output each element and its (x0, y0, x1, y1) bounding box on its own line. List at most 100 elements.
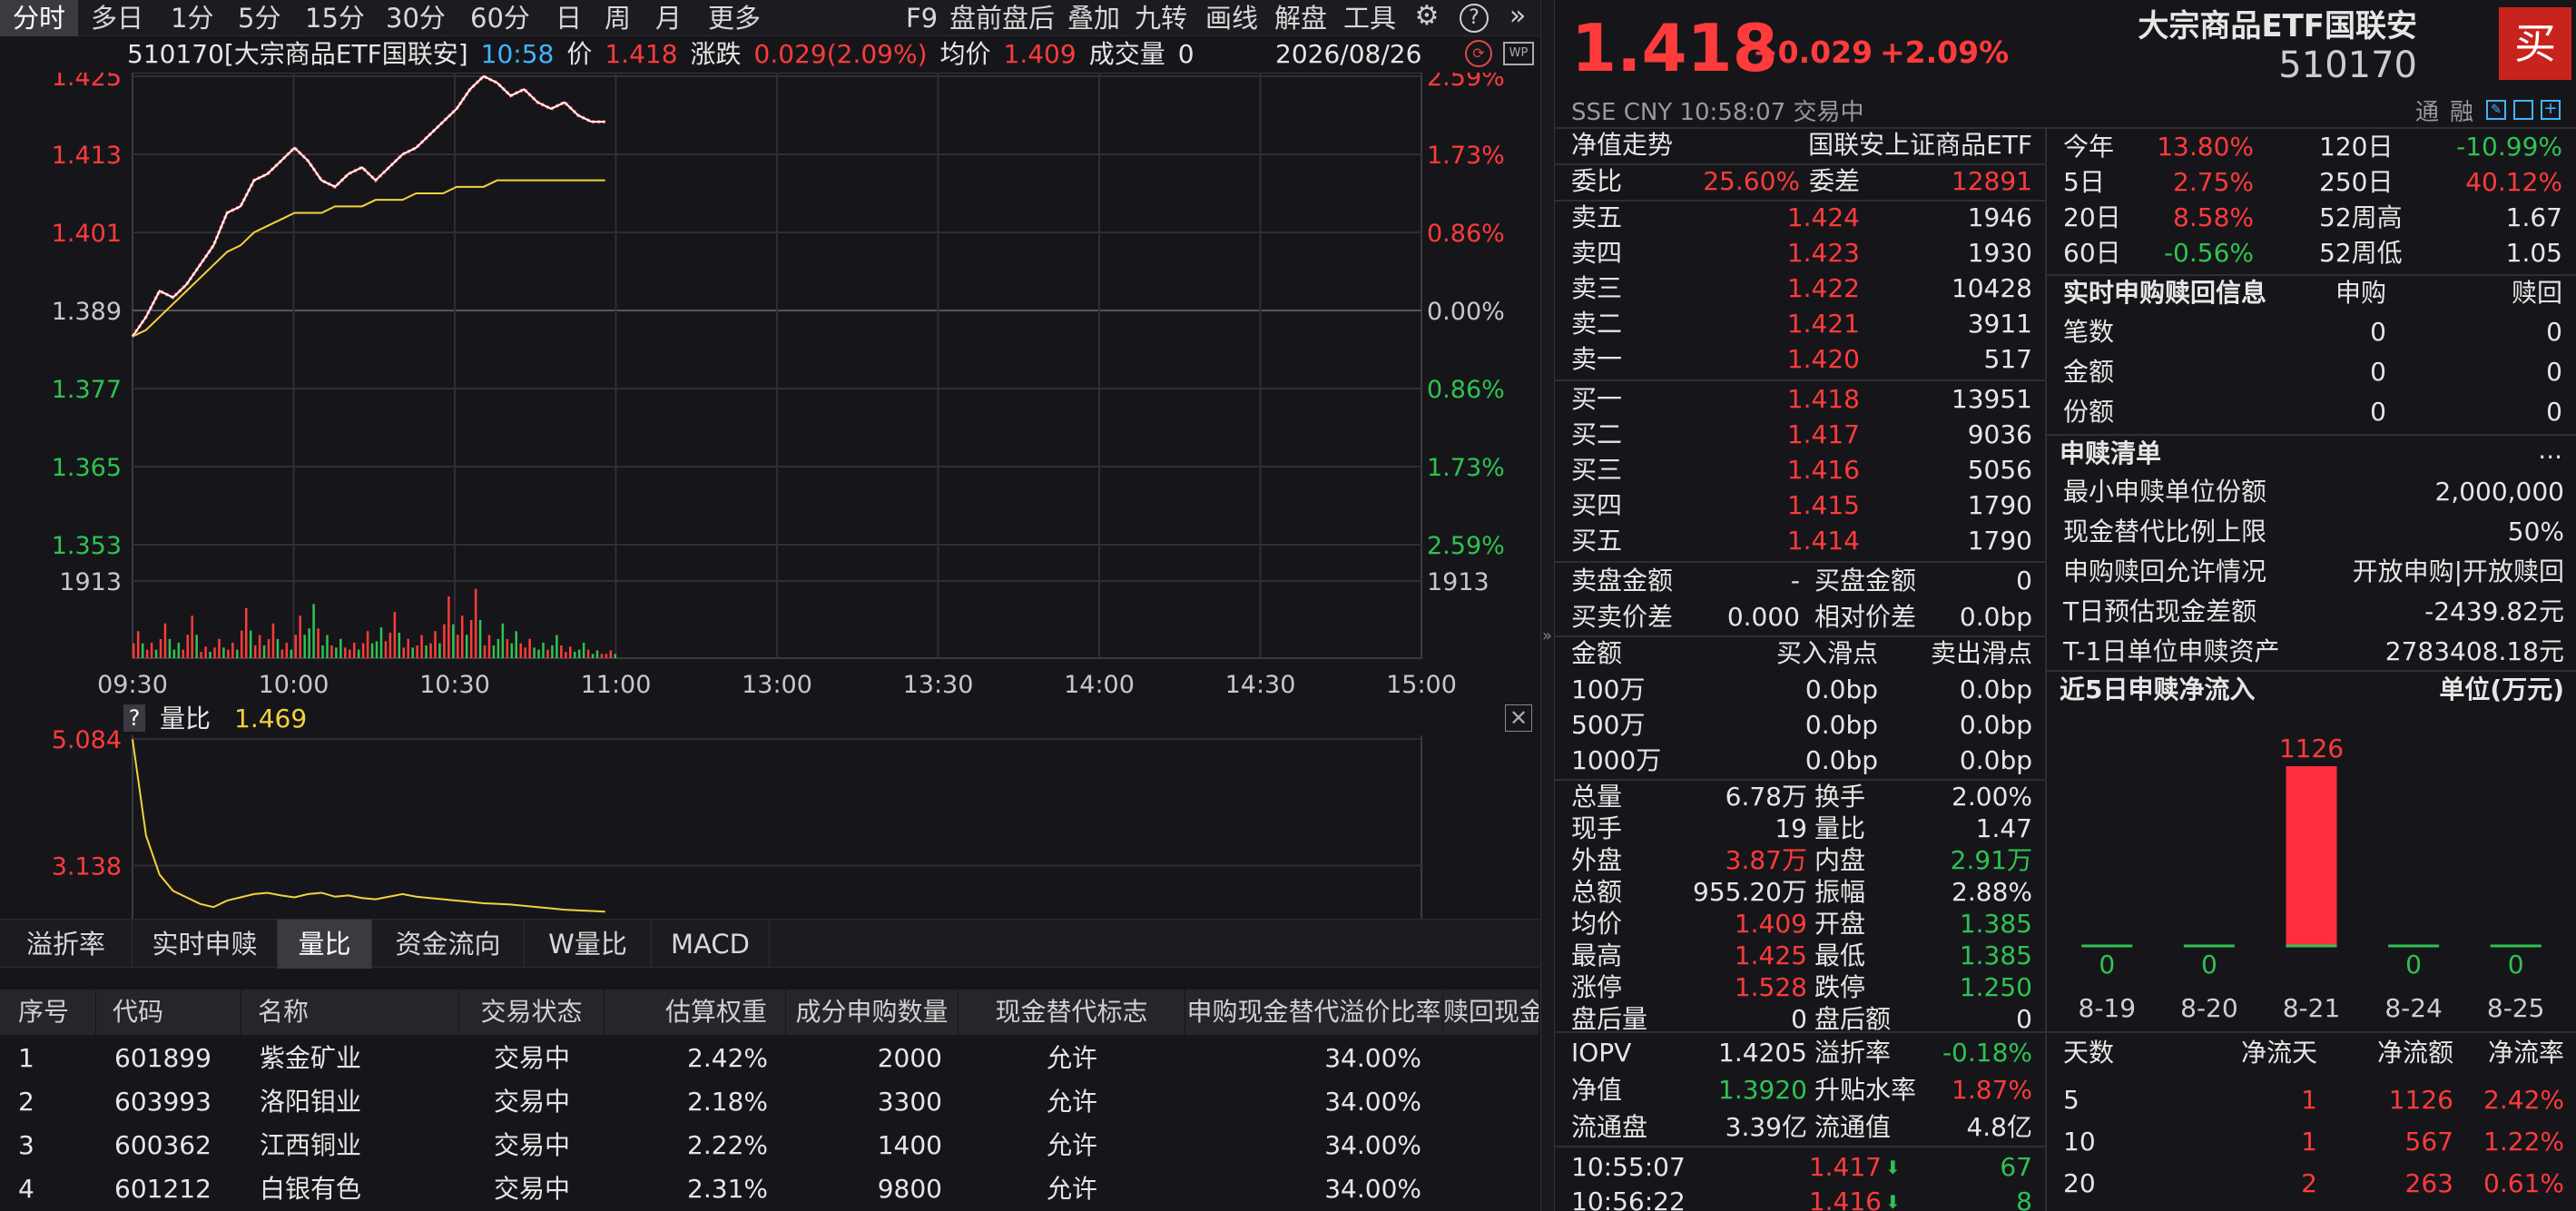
sell-amount-value: - (1790, 566, 1800, 596)
collapse-double-chevron-icon[interactable]: » (1503, 3, 1532, 33)
y-tick-left: 1.365 (52, 454, 122, 482)
settings-gear-icon[interactable]: ⚙ (1412, 3, 1441, 33)
volume-bar (577, 649, 581, 658)
sub-grid (132, 735, 1422, 919)
weibi-label: 委比 (1571, 166, 1623, 196)
stat-label: 盘后量 (1571, 1004, 1648, 1034)
table-cell: 2.42% (687, 1043, 768, 1073)
table-cell[interactable]: 603993 (96, 1080, 241, 1124)
table-cell[interactable]: 紫金矿业 (241, 1037, 459, 1080)
stat-label: 跌停 (1814, 972, 1866, 1002)
stat-value: 1.409 (1734, 909, 1807, 939)
volume-ratio-chart[interactable]: 5.084 3.138 (0, 699, 1539, 919)
volume-bar (600, 654, 604, 658)
table-cell[interactable]: 601212 (96, 1167, 241, 1211)
nav-trend-label[interactable]: 净值走势 (1571, 127, 1673, 163)
draw-button[interactable]: 画线 (1205, 0, 1258, 36)
period-tab-multiday[interactable]: 多日 (91, 0, 143, 36)
wp-icon[interactable]: WP (1503, 42, 1534, 65)
ask-price[interactable]: 1.421 (1718, 306, 1860, 342)
volume-bar (253, 645, 257, 658)
period-tab-15min[interactable]: 15分 (305, 0, 365, 36)
perf-label: 250日 (2319, 167, 2394, 197)
col-cash-premium[interactable]: 申购现金替代溢价比率 (1185, 989, 1443, 1035)
volume-bar (497, 638, 500, 658)
panel-splitter[interactable]: » (1540, 0, 1555, 1211)
tab-premium[interactable]: 溢折率 (0, 920, 133, 969)
table-cell: 3300 (877, 1087, 942, 1117)
edit-icon[interactable]: ✎ (2486, 100, 2506, 120)
bid-price[interactable]: 1.417 (1718, 417, 1860, 453)
tab-w-volume-ratio[interactable]: W量比 (525, 920, 652, 969)
table-cell[interactable]: 洛阳钼业 (241, 1080, 459, 1124)
indicator-toggle-icon[interactable]: ⟳ (1465, 40, 1492, 67)
perf-value: 13.80% (2157, 132, 2254, 162)
volume-bar (339, 638, 342, 658)
add-icon[interactable]: + (2541, 100, 2561, 120)
x-tick: 14:30 (1225, 671, 1296, 699)
col-weight[interactable]: 估算权重 (605, 989, 786, 1035)
ask-price[interactable]: 1.423 (1718, 235, 1860, 271)
bid-price[interactable]: 1.414 (1718, 523, 1860, 559)
bid-price[interactable]: 1.415 (1718, 487, 1860, 524)
period-tab-60min[interactable]: 60分 (470, 0, 530, 36)
sub-y-axis: 5.084 3.138 (52, 726, 122, 881)
tab-macd[interactable]: MACD (652, 920, 770, 969)
creation-list-more[interactable]: ... (2499, 432, 2562, 468)
period-tab-30min[interactable]: 30分 (386, 0, 446, 36)
col-index[interactable]: 序号 (0, 989, 96, 1035)
col-status[interactable]: 交易状态 (459, 989, 605, 1035)
volume-bar (537, 649, 540, 658)
col-cash-sub-flag[interactable]: 现金替代标志 (959, 989, 1185, 1035)
ask-price[interactable]: 1.424 (1718, 200, 1860, 236)
y-tick-left: 1.377 (52, 376, 122, 404)
period-tab-5min[interactable]: 5分 (238, 0, 280, 36)
volume-bar (582, 643, 585, 658)
col-creation-qty[interactable]: 成分申购数量 (786, 989, 959, 1035)
nine-turn-button[interactable]: 九转 (1135, 0, 1187, 36)
ask-price[interactable]: 1.422 (1718, 271, 1860, 307)
avg-label: 均价 (939, 39, 991, 69)
period-tab-day[interactable]: 日 (556, 0, 582, 36)
x-axis: 09:30 10:00 10:30 11:00 13:00 13:30 14:00 14:30… (97, 671, 1457, 699)
flow-bar (2286, 766, 2337, 946)
window-icon[interactable] (2513, 100, 2533, 120)
table-cell: 1 (18, 1043, 34, 1073)
volume-bar (172, 649, 176, 658)
period-tab-1min[interactable]: 1分 (171, 0, 213, 36)
bid-price[interactable]: 1.418 (1718, 381, 1860, 418)
help-icon[interactable]: ? (1460, 4, 1489, 33)
overlay-button[interactable]: 叠加 (1067, 0, 1120, 36)
ask-price[interactable]: 1.420 (1718, 341, 1860, 378)
tab-volume-ratio[interactable]: 量比 (278, 920, 372, 969)
period-tab-intraday[interactable]: 分时 (0, 0, 78, 36)
chart-info-bar: 510170[大宗商品ETF国联安] 10:58 价 1.418 涨跌 0.029(2.0… (127, 36, 1207, 73)
col-code[interactable]: 代码 (96, 989, 241, 1035)
weicha-value: 12891 (1951, 166, 2032, 196)
col-redeem-cash[interactable]: 赎回现金 (1443, 989, 1539, 1035)
table-cell[interactable]: 江西铜业 (241, 1124, 459, 1167)
tab-fund-flow[interactable]: 资金流向 (372, 920, 525, 969)
y-tick-left: 1.425 (52, 73, 122, 92)
volume-bar (384, 641, 388, 658)
f9-button[interactable]: F9 (906, 0, 938, 36)
premarket-button[interactable]: 盘前盘后 (949, 0, 1055, 36)
netflow-cell: 2.42% (2483, 1085, 2564, 1115)
period-tab-week[interactable]: 周 (605, 0, 631, 36)
tools-button[interactable]: 工具 (1343, 0, 1396, 36)
perf-label: 120日 (2319, 132, 2394, 162)
bid-price[interactable]: 1.416 (1718, 452, 1860, 488)
analysis-button[interactable]: 解盘 (1274, 0, 1327, 36)
perf-label: 60日 (2063, 238, 2121, 268)
period-tab-more[interactable]: 更多 (708, 0, 761, 36)
table-cell[interactable]: 白银有色 (241, 1167, 459, 1211)
buy-button[interactable]: 买 (2499, 7, 2571, 80)
col-name[interactable]: 名称 (241, 989, 459, 1035)
table-cell[interactable]: 600362 (96, 1124, 241, 1167)
volume-bar (209, 651, 211, 658)
tick-price: 1.416 (1808, 1186, 1882, 1211)
intraday-chart[interactable]: 1.4251.4131.4011.3891.3771.3651.3531913 … (0, 73, 1539, 699)
tab-realtime-creation[interactable]: 实时申赎 (133, 920, 278, 969)
period-tab-month[interactable]: 月 (655, 0, 682, 36)
table-cell[interactable]: 601899 (96, 1037, 241, 1080)
